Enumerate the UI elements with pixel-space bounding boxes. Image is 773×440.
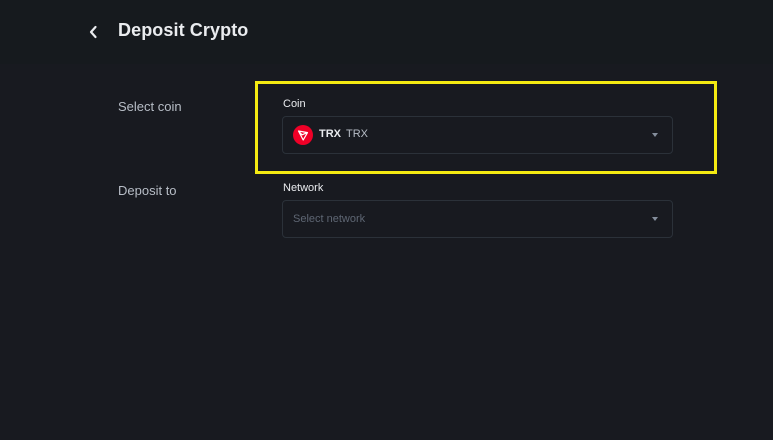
- caret-down-icon: [652, 133, 658, 137]
- caret-down-icon: [652, 217, 658, 221]
- page-header: Deposit Crypto: [0, 0, 773, 64]
- selected-coin-symbol: TRX: [319, 128, 341, 140]
- network-field-label: Network: [283, 182, 324, 194]
- network-select[interactable]: Select network: [282, 200, 673, 238]
- back-button[interactable]: [84, 20, 102, 44]
- network-placeholder: Select network: [293, 213, 366, 225]
- chevron-left-icon: [89, 25, 97, 39]
- page-title: Deposit Crypto: [118, 20, 249, 40]
- deposit-to-label: Deposit to: [118, 183, 177, 198]
- select-coin-label: Select coin: [118, 99, 182, 114]
- coin-select[interactable]: TRX TRX: [282, 116, 673, 154]
- tron-icon: [293, 125, 313, 145]
- selected-coin-name: TRX: [346, 128, 368, 140]
- coin-field-label: Coin: [283, 98, 306, 110]
